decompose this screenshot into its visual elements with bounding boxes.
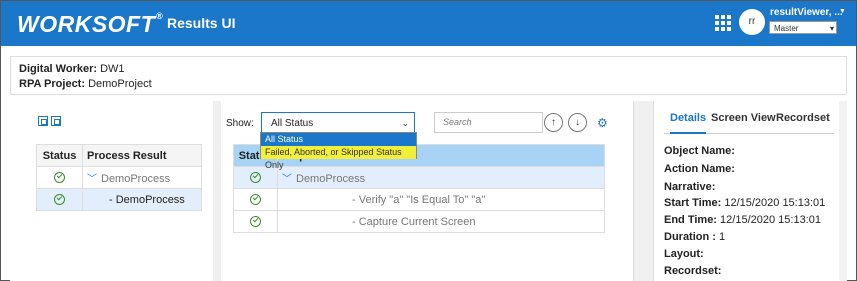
digital-worker-label: Digital Worker: bbox=[19, 63, 98, 75]
tab-details[interactable]: Details bbox=[670, 112, 706, 134]
avatar[interactable]: rr bbox=[739, 9, 765, 35]
apps-grid-icon[interactable] bbox=[715, 15, 731, 31]
next-match-button[interactable]: ↓ bbox=[568, 113, 587, 132]
chevron-down-icon: ▾ bbox=[829, 24, 834, 33]
table-row[interactable]: - Verify "a" "Is Equal To" "a" bbox=[233, 188, 605, 211]
detail-start-time: Start Time: 12/15/2020 15:13:01 bbox=[664, 197, 826, 209]
detail-recordset: Recordset: bbox=[664, 265, 722, 277]
environment-value: Master bbox=[774, 24, 799, 33]
collapse-all-icon[interactable] bbox=[51, 116, 61, 126]
process-name: DemoProcess bbox=[101, 173, 171, 185]
detail-narrative: Narrative: bbox=[664, 181, 716, 193]
passed-check-icon bbox=[54, 194, 65, 206]
splitter[interactable] bbox=[213, 101, 221, 281]
logo-text: WORKSOFT bbox=[17, 11, 156, 37]
step-text: DemoProcess bbox=[296, 173, 366, 185]
chevron-down-icon: ⌄ bbox=[401, 118, 409, 128]
detail-object-name: Object Name: bbox=[664, 145, 735, 157]
table-row[interactable]: - DemoProcess bbox=[36, 188, 202, 211]
detail-duration: Duration : 1 bbox=[664, 231, 726, 243]
tree-toolbar bbox=[38, 116, 64, 129]
process-name: DemoProcess bbox=[115, 193, 185, 206]
option-all-status[interactable]: All Status bbox=[261, 133, 416, 146]
details-tabs: Details Screen View Recordset bbox=[664, 112, 834, 134]
step-text: Verify "a" "Is Equal To" "a" bbox=[358, 193, 486, 206]
digital-worker-value: DW1 bbox=[100, 63, 125, 75]
table-row[interactable]: ﹀ DemoProcess bbox=[233, 166, 605, 189]
option-failed-only[interactable]: Failed, Aborted, or Skipped Status Only bbox=[261, 146, 416, 170]
top-bar: WORKSOFT® Results UI rr resultViewer, ..… bbox=[1, 1, 856, 46]
process-result-table: Status Process Result ﹀ DemoProcess - Dem… bbox=[36, 144, 202, 211]
status-header[interactable]: Status bbox=[36, 144, 83, 167]
caret-down-icon[interactable]: ▼ bbox=[839, 8, 846, 15]
rpa-project-label: RPA Project: bbox=[19, 78, 86, 90]
registered-mark: ® bbox=[156, 11, 164, 21]
digital-worker-row: Digital Worker: DW1 bbox=[19, 62, 838, 77]
user-menu[interactable]: resultViewer, ... bbox=[770, 7, 843, 18]
worksoft-logo[interactable]: WORKSOFT® bbox=[17, 11, 163, 38]
expand-all-icon[interactable] bbox=[38, 116, 48, 126]
chevron-down-icon[interactable]: ﹀ bbox=[87, 174, 97, 185]
show-label: Show: bbox=[226, 118, 254, 129]
detail-action-name: Action Name: bbox=[664, 163, 735, 175]
gear-icon[interactable]: ⚙ bbox=[597, 116, 608, 130]
vertical-scrollbar[interactable] bbox=[839, 101, 847, 281]
step-text: Capture Current Screen bbox=[358, 215, 476, 228]
detail-layout: Layout: bbox=[664, 248, 704, 260]
tab-recordset[interactable]: Recordset bbox=[776, 112, 830, 134]
passed-check-icon bbox=[250, 216, 261, 228]
app-title: Results UI bbox=[167, 15, 236, 31]
passed-check-icon bbox=[250, 194, 261, 206]
table-row[interactable]: - Capture Current Screen bbox=[233, 210, 605, 233]
environment-select[interactable]: Master ▾ bbox=[769, 21, 837, 34]
status-filter-dropdown: All Status Failed, Aborted, or Skipped S… bbox=[260, 132, 417, 170]
tab-screen-view[interactable]: Screen View bbox=[711, 112, 776, 134]
rpa-project-value: DemoProject bbox=[88, 78, 152, 90]
process-result-header[interactable]: Process Result bbox=[82, 144, 202, 167]
search-input[interactable]: Search bbox=[434, 112, 543, 133]
rpa-project-row: RPA Project: DemoProject bbox=[19, 77, 838, 92]
passed-check-icon bbox=[250, 172, 261, 184]
chevron-down-icon[interactable]: ﹀ bbox=[282, 174, 292, 185]
info-panel: Digital Worker: DW1 RPA Project: DemoPro… bbox=[10, 56, 847, 95]
passed-check-icon bbox=[54, 172, 65, 184]
previous-match-button[interactable]: ↑ bbox=[544, 113, 563, 132]
detail-end-time: End Time: 12/15/2020 15:13:01 bbox=[664, 214, 821, 226]
table-row[interactable]: ﹀ DemoProcess bbox=[36, 166, 202, 189]
status-filter-value: All Status bbox=[271, 118, 314, 129]
